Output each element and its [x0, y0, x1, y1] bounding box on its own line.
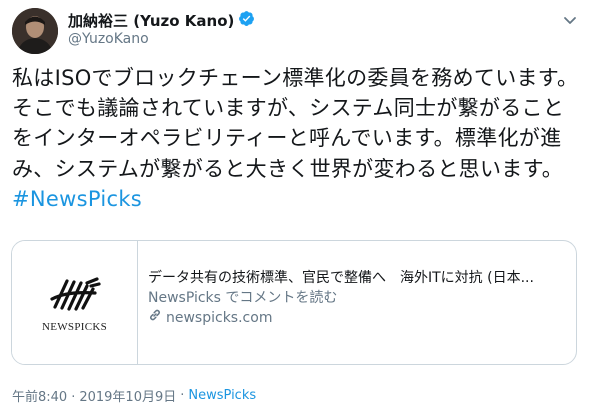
- hashtag-link[interactable]: #NewsPicks: [12, 187, 142, 211]
- author-display-name[interactable]: 加納裕三 (Yuzo Kano): [68, 10, 234, 31]
- tweet-date[interactable]: 2019年10月9日: [79, 390, 176, 405]
- meta-separator: ·: [71, 390, 76, 405]
- tweet-body: 私はISOでブロックチェーン標準化の委員を務めています。そこでも議論されています…: [12, 66, 579, 181]
- newspicks-zebra-logo-icon: [47, 273, 103, 317]
- tweet-source-link[interactable]: NewsPicks: [188, 388, 256, 403]
- verified-badge-icon: [238, 10, 255, 31]
- avatar[interactable]: [12, 8, 58, 54]
- card-description: NewsPicks でコメントを読む: [148, 290, 338, 306]
- link-preview-card[interactable]: NEWSPICKS データ共有の技術標準、官民で整備へ 海外ITに対抗 (日本.…: [11, 240, 577, 365]
- card-body: データ共有の技術標準、官民で整備へ 海外ITに対抗 (日本... NewsPic…: [148, 269, 562, 328]
- card-logo-text: NEWSPICKS: [41, 320, 108, 333]
- tweet-timestamp[interactable]: 午前8:40 · 2019年10月9日: [12, 386, 176, 405]
- link-icon: [148, 308, 162, 328]
- card-title[interactable]: データ共有の技術標準、官民で整備へ 海外ITに対抗 (日本...: [148, 269, 562, 287]
- tweet-text: 私はISOでブロックチェーン標準化の委員を務めています。そこでも議論されています…: [12, 63, 580, 214]
- tweet-time[interactable]: 午前8:40: [12, 390, 67, 405]
- card-domain-row: newspicks.com: [148, 308, 562, 328]
- card-thumbnail: NEWSPICKS: [12, 241, 138, 364]
- meta-separator: ·: [180, 388, 185, 403]
- card-domain-label: newspicks.com: [166, 310, 273, 326]
- author-name-row[interactable]: 加納裕三 (Yuzo Kano): [68, 10, 255, 30]
- tweet-meta: 午前8:40 · 2019年10月9日 · NewsPicks: [12, 386, 256, 405]
- author-handle[interactable]: @YuzoKano: [68, 31, 149, 47]
- chevron-down-icon[interactable]: [562, 12, 578, 28]
